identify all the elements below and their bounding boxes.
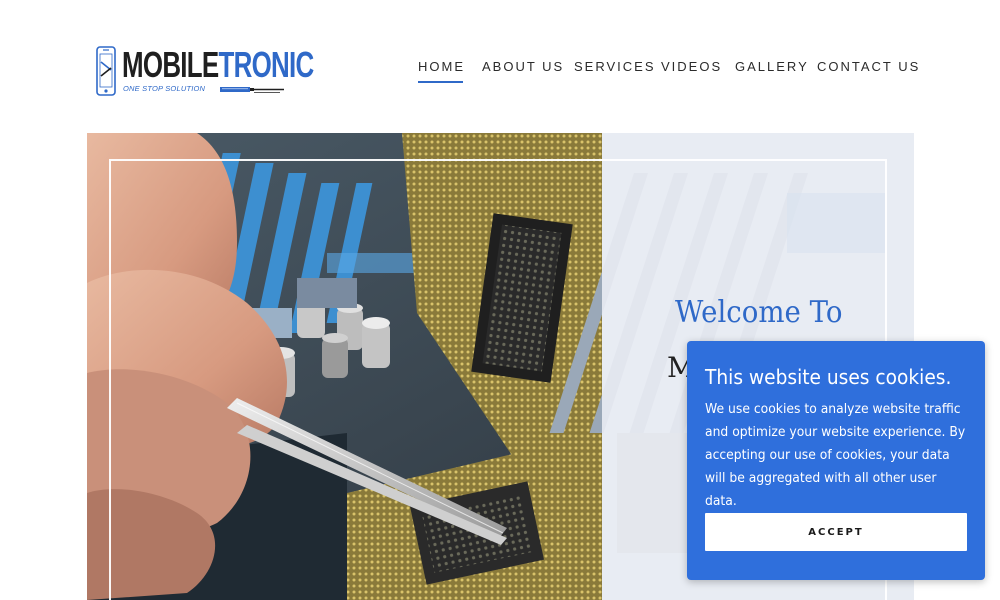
- nav-contact-us[interactable]: CONTACT US: [817, 59, 920, 74]
- cookie-message: We use cookies to analyze website traffi…: [705, 402, 966, 509]
- nav-about-us[interactable]: ABOUT US: [482, 59, 564, 74]
- nav-home[interactable]: HOME: [418, 59, 465, 83]
- nav-gallery[interactable]: GALLERY: [735, 59, 809, 74]
- nav-videos[interactable]: VIDEOS: [661, 59, 722, 74]
- logo-tagline: ONE STOP SOLUTION: [123, 84, 206, 93]
- site-header: MOBILETRONIC ONE STOP SOLUTION HOME ABOU…: [0, 0, 1000, 133]
- main-nav: HOME ABOUT US SERVICES VIDEOS GALLERY CO…: [0, 59, 1000, 83]
- cookie-title: This website uses cookies.: [705, 365, 952, 389]
- cookie-accept-button[interactable]: ACCEPT: [705, 513, 967, 551]
- hero-welcome-heading: Welcome To: [675, 295, 843, 330]
- nav-services[interactable]: SERVICES: [574, 59, 656, 74]
- screwdriver-icon: [220, 87, 284, 93]
- cookie-banner: This website uses cookies. We use cookie…: [687, 341, 985, 580]
